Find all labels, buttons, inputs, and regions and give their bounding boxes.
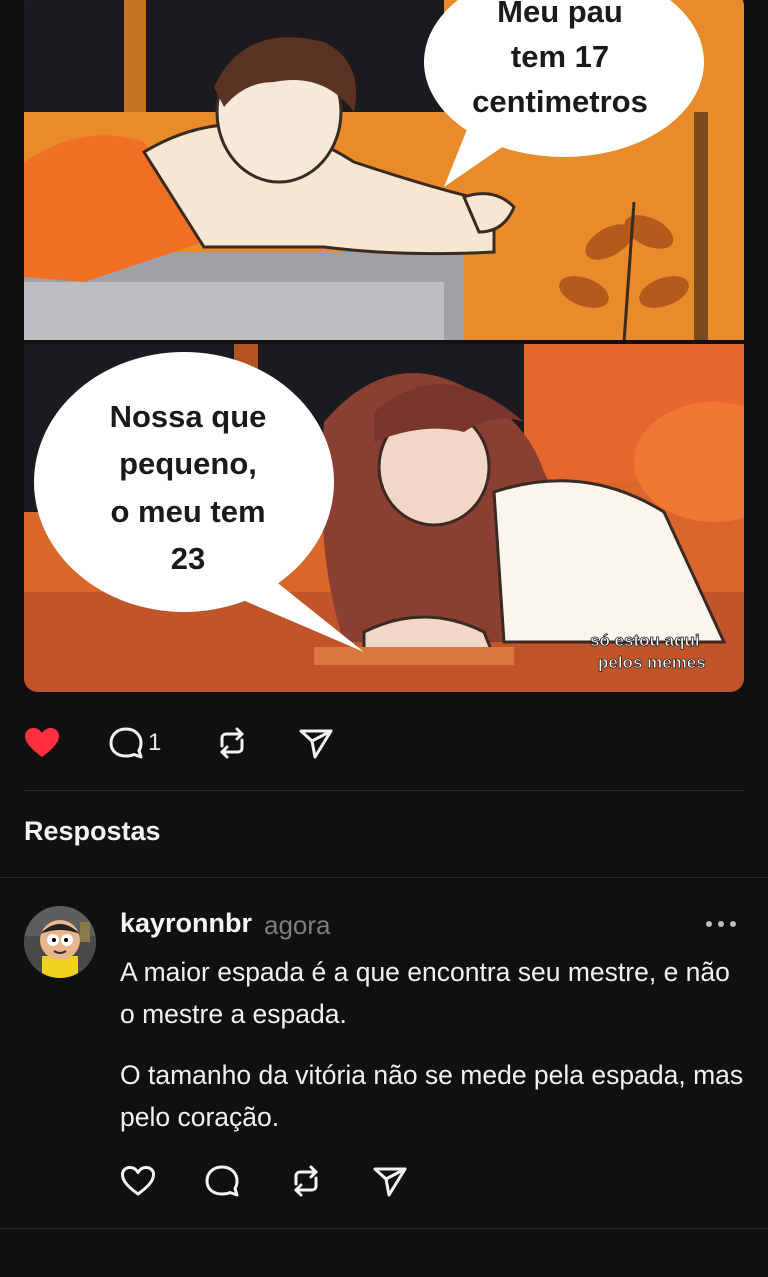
replies-title: Respostas <box>24 816 161 846</box>
more-horizontal-icon <box>706 921 736 927</box>
watermark-line-1: só estou aqui <box>590 631 700 650</box>
share-button[interactable] <box>298 726 358 760</box>
bubble-bottom-line-4: 23 <box>171 541 205 576</box>
avatar[interactable] <box>24 906 96 978</box>
speech-bubble-icon <box>205 1165 239 1197</box>
divider <box>24 790 744 791</box>
bubble-top-line-2: tem 17 <box>511 39 609 74</box>
reply-button[interactable]: 1 <box>108 726 214 760</box>
heart-filled-icon <box>25 728 59 757</box>
divider <box>0 877 768 878</box>
paper-plane-icon <box>373 1167 407 1197</box>
divider <box>0 1228 768 1229</box>
reply-share-button[interactable] <box>372 1164 432 1198</box>
more-options-button[interactable] <box>704 912 738 936</box>
bubble-bottom-line-3: o meu tem <box>110 494 265 529</box>
bubble-bottom-line-1: Nossa que <box>110 399 267 434</box>
bubble-top-line-1: Meu pau <box>497 0 623 29</box>
repost-icon <box>294 1165 318 1197</box>
repost-icon <box>220 727 244 759</box>
repost-button[interactable] <box>214 726 298 760</box>
watermark-line-2: pelos memes <box>598 653 706 672</box>
reply-like-button[interactable] <box>120 1165 204 1197</box>
reply-paragraph: A maior espada é a que encontra seu mest… <box>120 957 730 1029</box>
meme-top-panel: Meu pau tem 17 centimetros <box>24 0 744 343</box>
bubble-bottom-line-2: pequeno, <box>119 446 257 481</box>
reply-timestamp: agora <box>264 910 331 940</box>
speech-bubble-icon <box>109 727 143 759</box>
avatar-image <box>24 906 96 978</box>
post-actions: 1 <box>24 720 358 766</box>
reply-actions <box>120 1164 432 1198</box>
reply-reply-button[interactable] <box>204 1164 288 1198</box>
reply-username[interactable]: kayronnbr <box>120 908 252 939</box>
heart-outline-icon <box>121 1166 155 1196</box>
paper-plane-icon <box>299 729 333 759</box>
reply-paragraph: O tamanho da vitória não se mede pela es… <box>120 1060 744 1132</box>
post-image[interactable]: Meu pau tem 17 centimetros Nossa que peq… <box>24 0 744 692</box>
meme-bottom-panel: Nossa que pequeno, o meu tem 23 só estou… <box>24 342 744 692</box>
reply-count: 1 <box>148 729 162 756</box>
bubble-top-line-3: centimetros <box>472 84 648 119</box>
reply-repost-button[interactable] <box>288 1164 372 1198</box>
like-button[interactable] <box>24 727 108 759</box>
